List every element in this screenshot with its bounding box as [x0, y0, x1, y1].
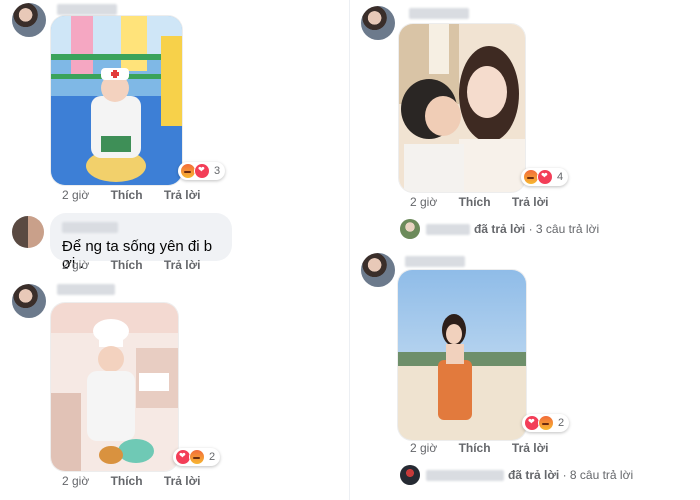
timestamp[interactable]: 2 giờ — [62, 188, 89, 202]
comment-bubble: Để ng ta sống yên đi b ơi . — [50, 213, 232, 272]
reply-button[interactable]: Trả lời — [512, 195, 549, 209]
reaction-count: 2 — [558, 417, 565, 429]
photo-child-chef-costume — [51, 303, 178, 471]
reply-avatar[interactable] — [400, 219, 420, 239]
comment: 2 2 giờ Thích Trả lời đã trả lời · 8 câu… — [350, 250, 700, 500]
comment: 2 2 giờ Thích Trả lời — [0, 278, 350, 500]
blurred-author-name — [57, 284, 115, 295]
comment: Để ng ta sống yên đi b ơi . 2 giờ Thích … — [0, 210, 350, 275]
blurred-author-name — [409, 8, 469, 19]
view-replies-link[interactable]: đã trả lời · 3 câu trả lời — [474, 222, 599, 236]
view-replies-link[interactable]: đã trả lời · 8 câu trả lời — [508, 468, 633, 482]
reply-count: · 3 câu trả lời — [528, 222, 600, 236]
reaction-count: 3 — [214, 165, 221, 177]
left-comment-column: 3 2 giờ Thích Trả lời Để ng ta sống yên … — [0, 0, 350, 500]
timestamp[interactable]: 2 giờ — [62, 258, 89, 272]
reply-button[interactable]: Trả lời — [164, 188, 201, 202]
avatar[interactable] — [12, 216, 44, 248]
angry-icon — [189, 449, 205, 465]
reaction-summary[interactable]: 2 — [522, 414, 570, 432]
blurred-reply-author — [426, 224, 470, 235]
comment-actions: 2 giờ Thích Trả lời — [62, 474, 218, 488]
reaction-count: 4 — [557, 171, 564, 183]
reaction-summary[interactable]: 2 — [173, 448, 221, 466]
avatar[interactable] — [12, 3, 46, 37]
timestamp[interactable]: 2 giờ — [410, 195, 437, 209]
like-button[interactable]: Thích — [111, 258, 143, 272]
like-button[interactable]: Thích — [459, 441, 491, 455]
reaction-summary[interactable]: 3 — [178, 162, 226, 180]
like-button[interactable]: Thích — [111, 474, 143, 488]
photo-mother-and-child — [399, 24, 525, 192]
love-icon — [537, 169, 553, 185]
reply-count: · 8 câu trả lời — [562, 468, 634, 482]
blurred-reply-author — [426, 470, 504, 481]
avatar[interactable] — [12, 284, 46, 318]
replied-label: đã trả lời — [508, 468, 560, 482]
reaction-count: 2 — [209, 451, 216, 463]
angry-icon — [538, 415, 554, 431]
right-comment-column: 4 2 giờ Thích Trả lời đã trả lời · 3 câu… — [350, 0, 700, 500]
reply-button[interactable]: Trả lời — [164, 474, 201, 488]
reaction-summary[interactable]: 4 — [521, 168, 569, 186]
comment-photo[interactable] — [399, 24, 525, 192]
comment-photo[interactable] — [51, 16, 182, 185]
comment: 3 2 giờ Thích Trả lời — [0, 0, 350, 202]
photo-woman-at-beach — [398, 270, 526, 440]
like-button[interactable]: Thích — [459, 195, 491, 209]
comment-actions: 2 giờ Thích Trả lời — [62, 258, 218, 272]
comment-actions: 2 giờ Thích Trả lời — [62, 188, 218, 202]
avatar[interactable] — [361, 253, 395, 287]
comment-photo[interactable] — [51, 303, 178, 471]
blurred-author-name — [57, 4, 117, 15]
replied-label: đã trả lời — [474, 222, 526, 236]
reply-button[interactable]: Trả lời — [164, 258, 201, 272]
blurred-author-name — [405, 256, 465, 267]
timestamp[interactable]: 2 giờ — [62, 474, 89, 488]
comment-photo[interactable] — [398, 270, 526, 440]
comment-actions: 2 giờ Thích Trả lời — [410, 195, 566, 209]
comment-actions: 2 giờ Thích Trả lời — [410, 441, 566, 455]
photo-child-nurse-costume — [51, 16, 182, 185]
reply-avatar[interactable] — [400, 465, 420, 485]
love-icon — [194, 163, 210, 179]
blurred-author-name — [62, 222, 118, 233]
reply-button[interactable]: Trả lời — [512, 441, 549, 455]
timestamp[interactable]: 2 giờ — [410, 441, 437, 455]
avatar[interactable] — [361, 6, 395, 40]
like-button[interactable]: Thích — [111, 188, 143, 202]
comment: 4 2 giờ Thích Trả lời đã trả lời · 3 câu… — [350, 0, 700, 245]
